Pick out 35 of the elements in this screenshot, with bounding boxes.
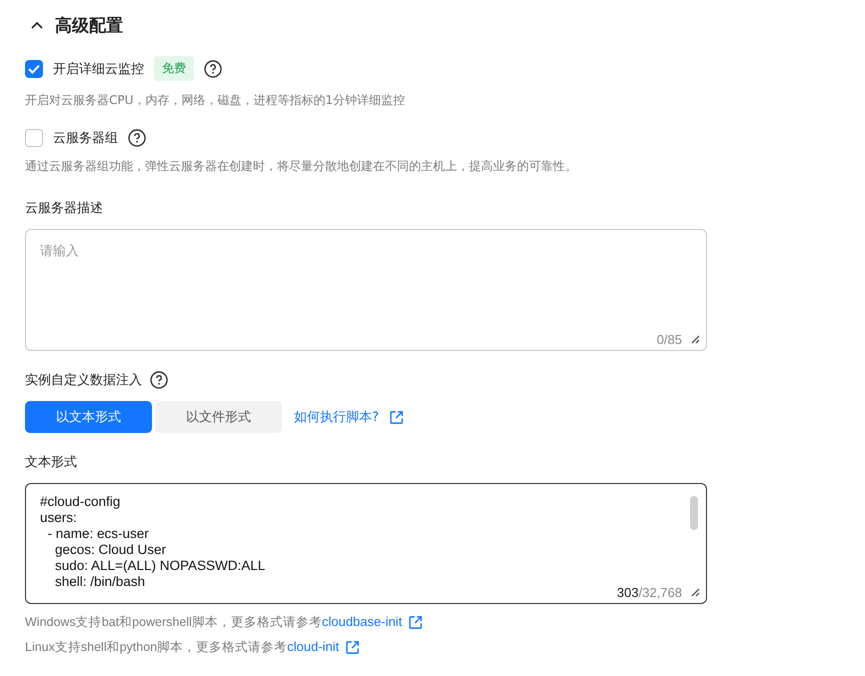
format-tab[interactable]: 以文本形式 (25, 401, 152, 433)
external-link-icon[interactable] (408, 615, 424, 630)
how-to-link[interactable]: 如何执行脚本? (294, 408, 379, 426)
help-icon[interactable] (128, 129, 146, 147)
section-title: 高级配置 (55, 14, 123, 36)
checkbox-label: 开启详细云监控 (53, 60, 144, 78)
checkbox-label: 云服务器组 (53, 130, 118, 147)
resize-handle-icon[interactable] (690, 587, 700, 597)
script-text: #cloud-config users: - name: ecs-user gecos: Cloud User sudo: ALL=(ALL) NOPASSWD:ALL shell: /bin/bash (40, 494, 266, 590)
character-counter: 0/85 (656, 332, 682, 347)
scrollbar-thumb[interactable] (690, 496, 698, 530)
option-description: 开启对云服务器CPU，内存，网络，磁盘，进程等指标的1分钟详细监控 (25, 92, 406, 109)
field-label: 实例自定义数据注入 (25, 372, 142, 389)
help-text: Windows支持bat和powershell脚本，更多格式请参考cloudbase-init (25, 614, 402, 631)
help-icon[interactable] (204, 60, 222, 78)
description-field[interactable]: 请输入 0/85 (25, 229, 707, 351)
external-link-icon[interactable] (345, 640, 360, 655)
help-icon[interactable] (150, 371, 168, 389)
format-tab[interactable]: 以文件形式 (155, 401, 282, 433)
field-label: 云服务器描述 (25, 200, 103, 217)
field-label: 文本形式 (25, 454, 77, 471)
check-icon (28, 64, 40, 74)
doc-link[interactable]: cloudbase-init (322, 614, 402, 629)
character-counter: 303/32,768 (616, 585, 682, 600)
chevron-icon[interactable] (31, 21, 43, 29)
script-text-field[interactable]: #cloud-config users: - name: ecs-user gecos: Cloud User sudo: ALL=(ALL) NOPASSWD:ALL shell: /bin/bash 303/32,768 (25, 483, 707, 604)
resize-handle-icon[interactable] (690, 334, 700, 344)
option-description: 通过云服务器组功能，弹性云服务器在创建时，将尽量分散地创建在不同的主机上，提高业务的可靠性。 (25, 158, 578, 175)
checkbox[interactable] (25, 129, 43, 147)
doc-link[interactable]: cloud-init (287, 639, 340, 654)
external-link-icon[interactable] (388, 410, 404, 424)
help-text: Linux支持shell和python脚本，更多格式请参考cloud-init (25, 639, 340, 656)
placeholder-text: 请输入 (40, 244, 79, 259)
free-badge: 免费 (154, 56, 194, 81)
checkbox[interactable] (25, 60, 43, 78)
